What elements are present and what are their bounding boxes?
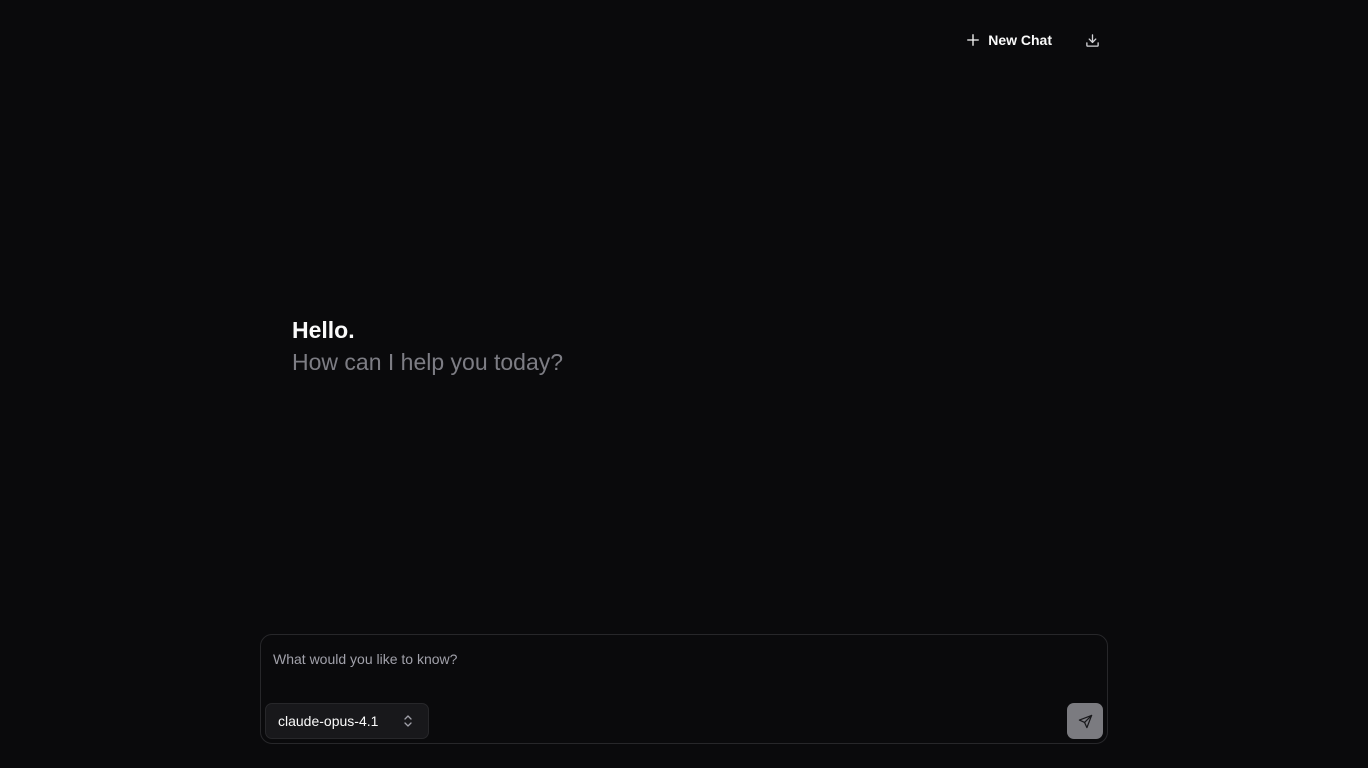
send-icon bbox=[1078, 714, 1093, 729]
message-composer: claude-opus-4.1 bbox=[260, 634, 1108, 744]
greeting: Hello. How can I help you today? bbox=[292, 316, 563, 380]
new-chat-button[interactable]: New Chat bbox=[956, 24, 1062, 56]
chat-page: New Chat Hello. How can I help you today… bbox=[0, 0, 1368, 768]
new-chat-label: New Chat bbox=[988, 32, 1052, 48]
send-button[interactable] bbox=[1067, 703, 1103, 739]
greeting-subtitle: How can I help you today? bbox=[292, 349, 564, 375]
model-selector[interactable]: claude-opus-4.1 bbox=[265, 703, 429, 739]
plus-icon bbox=[966, 33, 980, 47]
message-input[interactable] bbox=[273, 647, 1093, 671]
top-bar: New Chat bbox=[260, 24, 1108, 56]
model-selected-label: claude-opus-4.1 bbox=[278, 713, 379, 729]
download-icon bbox=[1085, 33, 1100, 48]
greeting-title: Hello. bbox=[292, 317, 355, 343]
download-button[interactable] bbox=[1076, 24, 1108, 56]
chevrons-up-down-icon bbox=[402, 714, 414, 728]
